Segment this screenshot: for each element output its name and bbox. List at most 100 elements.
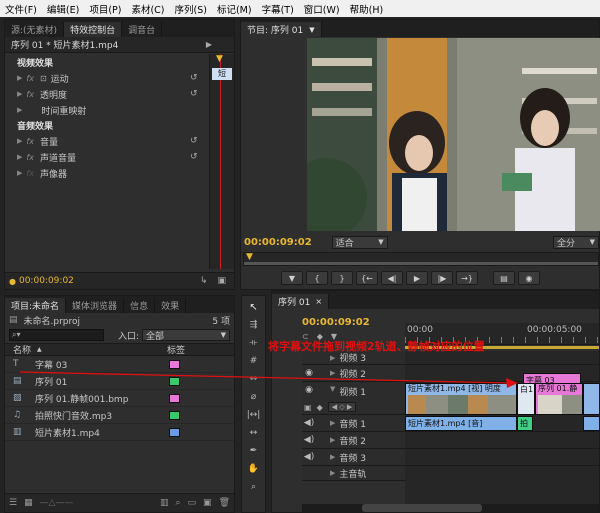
display-style-icon[interactable]: ▣ [304, 403, 312, 412]
go-to-in-icon[interactable]: {← [356, 271, 378, 285]
reset-icon[interactable]: ↺ [190, 152, 198, 162]
label-color-swatch[interactable] [169, 360, 180, 369]
find-icon[interactable]: ⌕ [175, 498, 180, 508]
pen-tool-icon[interactable]: ✒ [242, 446, 265, 464]
ripple-edit-tool-icon[interactable]: ⟛ [242, 338, 265, 356]
reset-icon[interactable]: ↺ [190, 73, 198, 83]
collapse-triangle-icon[interactable]: ▼ [330, 385, 335, 393]
hand-tool-icon[interactable]: ✋ [242, 464, 265, 482]
project-item[interactable]: ♫ 拍照快门音效.mp3 [5, 407, 234, 424]
dropdown-icon[interactable]: ▼ [309, 26, 314, 34]
speaker-icon[interactable]: ◀) [302, 435, 316, 445]
settings-icon[interactable]: ▣ [217, 276, 226, 286]
disclosure-triangle-icon[interactable]: ▶ [17, 90, 22, 98]
speaker-icon[interactable]: ◀) [302, 418, 316, 428]
fx-icon[interactable]: fx [26, 137, 34, 146]
program-scrubber[interactable]: ▼ [243, 252, 599, 266]
menu-item[interactable]: 序列(S) [170, 2, 212, 16]
audio-clip-tail[interactable] [583, 416, 599, 431]
tab-effect-controls[interactable]: 特效控制台 [64, 22, 123, 37]
tab-project[interactable]: 项目:未命名 [5, 298, 67, 313]
video-preview[interactable] [307, 38, 600, 231]
track-video-1[interactable]: ◉ ▼ 视频 1 ▣ ◆ ◀ ◇ ▶ [302, 382, 405, 415]
tab-info[interactable]: 信息 [124, 298, 156, 313]
video-clip-tail[interactable] [583, 383, 599, 415]
menu-item[interactable]: 素材(C) [126, 2, 169, 16]
close-icon[interactable]: × [315, 297, 322, 306]
eye-icon[interactable]: ◉ [302, 368, 316, 378]
fx-icon[interactable]: fx [26, 90, 34, 99]
selection-tool-icon[interactable]: ↖ [242, 302, 265, 320]
search-input[interactable]: ⌕▾ [9, 329, 104, 341]
track-select-tool-icon[interactable]: ⇶ [242, 320, 265, 338]
expand-triangle-icon[interactable]: ▶ [330, 369, 335, 377]
razor-tool-icon[interactable]: ⌀ [242, 392, 265, 410]
label-color-swatch[interactable] [169, 428, 180, 437]
fx-icon[interactable]: fx [26, 74, 34, 83]
label-color-swatch[interactable] [169, 411, 180, 420]
reset-icon[interactable]: ↺ [190, 136, 198, 146]
play-icon[interactable]: ▶ [406, 271, 428, 285]
menu-item[interactable]: 帮助(H) [345, 2, 389, 16]
track-video-3[interactable]: ▶ 视频 3 [302, 351, 405, 365]
fx-icon[interactable]: fx [26, 169, 34, 178]
expand-triangle-icon[interactable]: ▶ [330, 354, 335, 362]
track-master[interactable]: ▶ 主音轨 [302, 466, 405, 481]
project-item[interactable]: ▨ 序列 01.静帧001.bmp [5, 390, 234, 407]
timeline-scrollbar[interactable] [302, 504, 599, 512]
keyframe-icon[interactable]: ◆ [317, 403, 323, 412]
entry-dropdown[interactable]: 全部 ▼ [142, 329, 231, 342]
video-clip-white[interactable]: 白1 [517, 383, 535, 415]
go-to-out-icon[interactable]: →} [456, 271, 478, 285]
menu-item[interactable]: 编辑(E) [42, 2, 84, 16]
audio-clip-shutter[interactable]: 拍 [517, 416, 533, 431]
timeline-timecode[interactable]: 00:00:09:02 [302, 317, 370, 328]
menu-item[interactable]: 窗口(W) [299, 2, 345, 16]
menu-item[interactable]: 文件(F) [0, 2, 42, 16]
column-label[interactable]: 标签 [167, 343, 185, 356]
effect-row-opacity[interactable]: ▶ fx 透明度 ↺ [17, 86, 234, 102]
lift-icon[interactable]: ▤ [493, 271, 515, 285]
label-color-swatch[interactable] [169, 377, 180, 386]
slip-tool-icon[interactable]: |↔| [242, 410, 265, 428]
disclosure-triangle-icon[interactable]: ▶ [17, 137, 22, 145]
menu-item[interactable]: 标记(M) [212, 2, 257, 16]
fx-icon[interactable]: fx [26, 153, 34, 162]
expand-triangle-icon[interactable]: ▶ [330, 469, 335, 477]
mark-out-icon[interactable]: } [331, 271, 353, 285]
audio-clip-main[interactable]: 短片素材1.mp4 [音] [405, 416, 517, 431]
step-back-icon[interactable]: ◀| [381, 271, 403, 285]
slide-tool-icon[interactable]: ↔ [242, 428, 265, 446]
label-color-swatch[interactable] [169, 394, 180, 403]
reset-icon[interactable]: ↺ [190, 89, 198, 99]
rolling-edit-tool-icon[interactable]: # [242, 356, 265, 374]
effect-row-channel-volume[interactable]: ▶ fx 声道音量 ↺ [17, 149, 234, 165]
video-clip-still[interactable]: 序列 01.静 [535, 383, 583, 415]
program-timecode[interactable]: 00:00:09:02 [244, 237, 312, 248]
track-audio-1[interactable]: ◀) ▶ 音频 1 [302, 415, 405, 432]
effect-row-motion[interactable]: ▶ fx ⊡ 运动 ↺ [17, 70, 234, 86]
export-frame-icon[interactable]: ◉ [518, 271, 540, 285]
project-item[interactable]: T 字幕 03 [5, 356, 234, 373]
expand-icon[interactable]: ▶ [206, 40, 212, 49]
disclosure-triangle-icon[interactable]: ▶ [17, 153, 22, 161]
project-item[interactable]: ▤ 序列 01 [5, 373, 234, 390]
speaker-icon[interactable]: ◀) [302, 452, 316, 462]
playhead-marker-icon[interactable]: ▼ [246, 253, 253, 262]
menu-item[interactable]: 字幕(T) [257, 2, 299, 16]
zoom-tool-icon[interactable]: ⌕ [242, 482, 265, 500]
disclosure-triangle-icon[interactable]: ▶ [17, 106, 22, 114]
quality-dropdown[interactable]: 全分 ▼ [553, 235, 599, 249]
sort-icon[interactable]: ▲ [37, 346, 42, 353]
playhead-marker-icon[interactable]: ▼ [216, 55, 225, 64]
tab-media-browser[interactable]: 媒体浏览器 [66, 298, 125, 313]
tab-program[interactable]: 节目: 序列 01 ▼ [241, 22, 322, 37]
tab-audio-mixer[interactable]: 调音台 [122, 22, 163, 37]
disclosure-triangle-icon[interactable]: ▶ [17, 74, 22, 82]
column-name[interactable]: 名称 [13, 343, 31, 356]
list-view-icon[interactable]: ☰ [9, 498, 17, 508]
track-video-2[interactable]: ◉ ▶ 视频 2 [302, 365, 405, 382]
mark-in-icon[interactable]: { [306, 271, 328, 285]
video-clip-main[interactable]: 短片素材1.mp4 [视] 明度 [405, 383, 517, 415]
effect-row-panner[interactable]: ▶ fx 声像器 [17, 165, 234, 181]
